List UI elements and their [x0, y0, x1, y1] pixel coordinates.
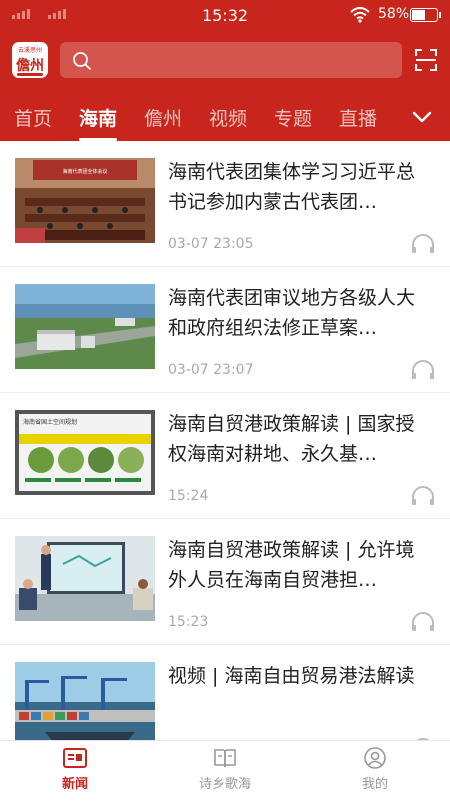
news-title: 海南自贸港政策解读 | 允许境外人员在海南自贸港担…: [168, 539, 415, 591]
banner-text: 海南代表团全体会议: [62, 168, 107, 175]
tab-danzhou[interactable]: 儋州: [144, 104, 182, 131]
nav-poetry[interactable]: 诗乡歌海: [165, 747, 285, 792]
news-feed: 海南代表团全体会议 海南代表团集体学习习近平总书记参加内蒙古代表团… 03-07…: [0, 141, 450, 740]
search-bar[interactable]: [60, 42, 402, 78]
headphones-icon[interactable]: [410, 359, 436, 381]
headphones-icon[interactable]: [410, 485, 436, 507]
tab-live[interactable]: 直播: [339, 104, 377, 131]
channel-tabs: 首页 海南 儋州 视频 专题 直播: [0, 96, 450, 141]
news-icon: [63, 748, 87, 768]
news-thumbnail: [15, 662, 155, 740]
news-title: 海南代表团集体学习习近平总书记参加内蒙古代表团…: [168, 161, 416, 213]
app-header: 15:32 58% 云溪思州 儋州 首页 海南 儋州 视频 专题 直播: [0, 0, 450, 141]
chevron-down-icon[interactable]: [411, 106, 433, 128]
news-thumbnail: [15, 536, 155, 621]
news-title: 视频 | 海南自由贸易港法解读: [168, 665, 415, 687]
news-item[interactable]: 海南代表团审议地方各级人大和政府组织法修正草案… 03-07 23:07: [0, 267, 450, 393]
news-item[interactable]: 海南代表团全体会议 海南代表团集体学习习近平总书记参加内蒙古代表团… 03-07…: [0, 141, 450, 267]
news-item[interactable]: 海南省国土空间规划 海南自贸港政策解读 | 国家授权海南对耕地、永久基… 15:…: [0, 393, 450, 519]
news-item[interactable]: 视频 | 海南自由贸易港法解读: [0, 645, 450, 740]
search-icon: [73, 52, 91, 70]
news-thumbnail: 海南代表团全体会议: [15, 158, 155, 243]
logo-subtitle: 云溪思州: [17, 47, 42, 54]
news-thumbnail: 海南省国土空间规划: [15, 410, 155, 495]
battery-icon: [410, 8, 441, 22]
tab-topics[interactable]: 专题: [274, 104, 312, 131]
news-time: 03-07 23:07: [168, 362, 254, 378]
app-logo[interactable]: 云溪思州 儋州: [12, 42, 48, 78]
user-icon: [364, 747, 386, 769]
scan-icon[interactable]: [414, 48, 438, 72]
news-thumbnail: [15, 284, 155, 369]
book-icon: [214, 749, 236, 768]
headphones-icon[interactable]: [410, 611, 436, 633]
tab-video[interactable]: 视频: [209, 104, 247, 131]
wifi-icon: [350, 7, 370, 23]
news-time: 15:23: [168, 614, 209, 630]
battery-percent: 58%: [378, 6, 410, 22]
nav-news[interactable]: 新闻: [15, 747, 135, 792]
news-title: 海南自贸港政策解读 | 国家授权海南对耕地、永久基…: [168, 413, 415, 465]
tab-home[interactable]: 首页: [14, 104, 52, 131]
logo-title: 儋州: [16, 58, 44, 74]
thumb-heading: 海南省国土空间规划: [23, 418, 77, 426]
headphones-icon[interactable]: [410, 233, 436, 255]
status-bar: 15:32 58%: [0, 0, 450, 30]
news-time: 15:24: [168, 488, 209, 504]
nav-mine[interactable]: 我的: [315, 747, 435, 792]
news-title: 海南代表团审议地方各级人大和政府组织法修正草案…: [168, 287, 416, 339]
tab-hainan[interactable]: 海南: [79, 104, 118, 141]
news-time: 03-07 23:05: [168, 236, 254, 252]
news-item[interactable]: 海南自贸港政策解读 | 允许境外人员在海南自贸港担… 15:23: [0, 519, 450, 645]
bottom-nav: 新闻 诗乡歌海 我的: [0, 740, 450, 801]
